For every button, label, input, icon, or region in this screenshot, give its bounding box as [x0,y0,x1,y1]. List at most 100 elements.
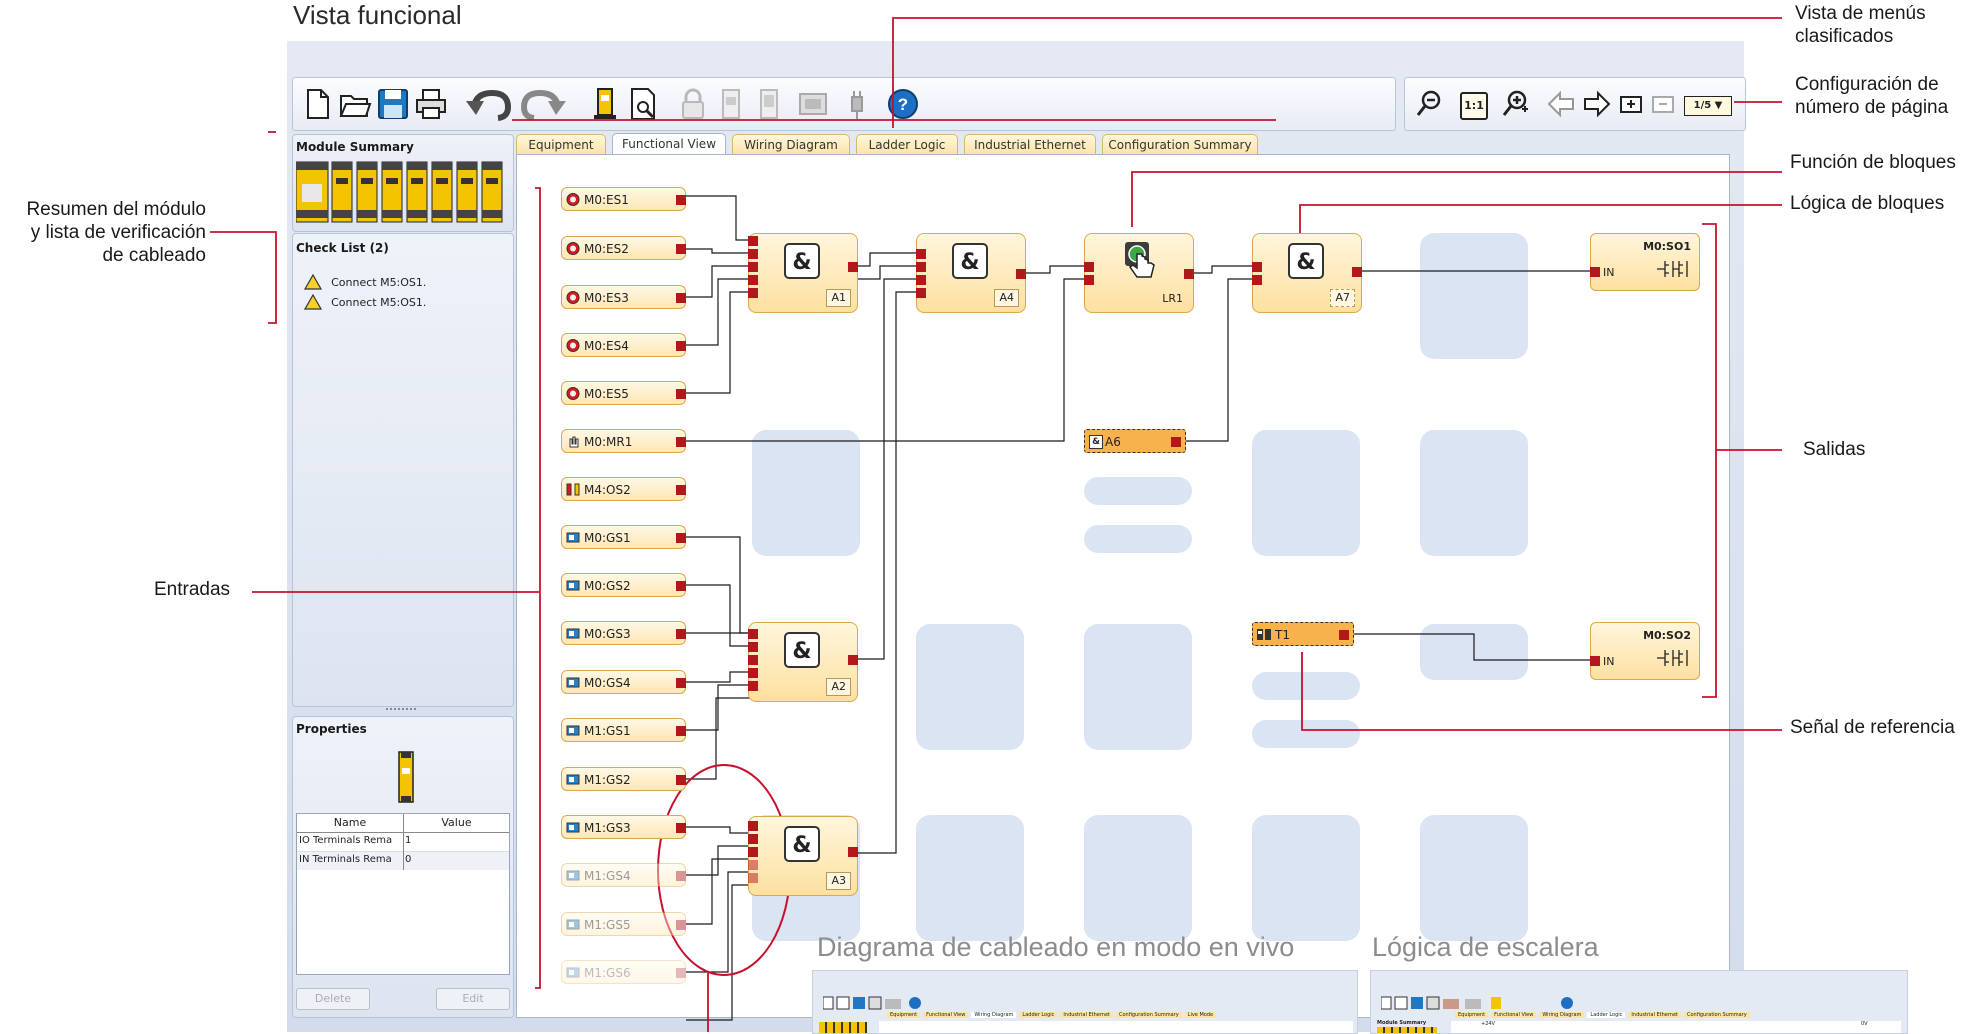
input-port[interactable] [748,236,758,246]
output-block[interactable]: M0:SO2 IN [1590,622,1700,680]
output-port[interactable] [1016,269,1026,279]
input-block[interactable]: M0:MR1 [561,429,686,453]
input-port[interactable] [748,668,758,678]
input-block[interactable]: M1:GS4 [561,863,686,887]
input-block[interactable]: M1:GS6 [561,960,686,984]
input-port[interactable] [748,834,758,844]
ladder-logic-heading: Lógica de escalera [1372,932,1599,962]
and-block-a4[interactable]: & A4 [916,233,1026,313]
input-block[interactable]: M0:ES1 [561,187,686,211]
input-port[interactable] [748,262,758,272]
output-port[interactable] [676,485,686,495]
input-port[interactable] [748,655,758,665]
output-port[interactable] [676,437,686,447]
input-port[interactable] [748,642,758,652]
output-port[interactable] [676,823,686,833]
and-block-a1[interactable]: & A1 [748,233,858,313]
input-port[interactable] [1590,656,1600,666]
input-block[interactable]: M4:OS2 [561,477,686,501]
input-block[interactable]: M0:GS2 [561,573,686,597]
output-port[interactable] [676,293,686,303]
timer-icon [1257,629,1271,640]
input-port[interactable] [748,821,758,831]
input-block[interactable]: M0:ES5 [561,381,686,405]
input-port[interactable] [916,288,926,298]
and-block-a2[interactable]: & A2 [748,622,858,702]
input-port[interactable] [916,249,926,259]
output-port[interactable] [676,195,686,205]
output-port[interactable] [848,847,858,857]
block-label: LR1 [1162,292,1183,305]
output-port[interactable] [848,655,858,665]
gate-switch-icon [566,870,580,881]
input-port[interactable] [916,262,926,272]
input-port[interactable] [748,873,758,883]
input-block[interactable]: M1:GS3 [561,815,686,839]
input-port[interactable] [1590,267,1600,277]
input-port[interactable] [1252,275,1262,285]
output-block[interactable]: M0:SO1 IN [1590,233,1700,291]
and-block-a3[interactable]: & A3 [748,816,858,896]
output-port[interactable] [676,775,686,785]
input-block[interactable]: M0:ES4 [561,333,686,357]
reference-block-a6[interactable]: & A6 [1084,429,1186,453]
gate-switch-icon [566,822,580,833]
output-port[interactable] [676,871,686,881]
input-port[interactable] [916,275,926,285]
hand-press-icon [1125,242,1155,278]
latch-reset-block-lr1[interactable]: LR1 [1084,233,1194,313]
annotation-outputs: Salidas [1803,439,1866,460]
input-port[interactable] [748,629,758,639]
and-symbol: & [784,826,820,862]
output-port[interactable] [676,678,686,688]
input-block[interactable]: M0:ES3 [561,285,686,309]
output-port[interactable] [1339,630,1349,640]
gate-switch-icon [566,580,580,591]
input-block[interactable]: M1:GS5 [561,912,686,936]
input-block[interactable]: M0:GS4 [561,670,686,694]
mini-rail-right: 0V [1861,1021,1868,1027]
input-port[interactable] [748,249,758,259]
output-port[interactable] [676,533,686,543]
input-port[interactable] [1252,262,1262,272]
output-port[interactable] [1352,267,1362,277]
annotation-module-summary-checklist: Resumen del módulo y lista de verificaci… [26,199,206,266]
mini-tabs: Equipment Functional View Wiring Diagram… [887,1012,1217,1018]
and-symbol: & [1288,243,1324,279]
mini-toolbar-icons [823,996,921,1010]
annotation-block-function: Función de bloques [1790,152,1956,173]
output-port[interactable] [676,581,686,591]
relay-contact-icon [1657,261,1688,277]
ladder-logic-thumbnail: Equipment Functional View Wiring Diagram… [1370,970,1908,1034]
output-port[interactable] [676,629,686,639]
estop-icon [566,291,580,304]
mini-canvas [879,1021,1353,1033]
block-label: A4 [994,289,1019,307]
output-port[interactable] [676,726,686,736]
input-port[interactable] [748,681,758,691]
input-port[interactable] [748,860,758,870]
output-port[interactable] [848,262,858,272]
gate-switch-icon [566,677,580,688]
reference-block-t1[interactable]: T1 [1252,622,1354,646]
output-port[interactable] [676,341,686,351]
input-port[interactable] [1084,262,1094,272]
output-port[interactable] [676,244,686,254]
input-port[interactable] [748,288,758,298]
gate-switch-icon [566,532,580,543]
output-port[interactable] [676,920,686,930]
input-port[interactable] [748,847,758,857]
input-port[interactable] [748,275,758,285]
input-block[interactable]: M0:ES2 [561,236,686,260]
input-block[interactable]: M1:GS2 [561,767,686,791]
input-block[interactable]: M0:GS1 [561,525,686,549]
input-block[interactable]: M0:GS3 [561,621,686,645]
annotation-inputs: Entradas [154,579,231,600]
output-port[interactable] [1171,437,1181,447]
and-block-a7[interactable]: & A7 [1252,233,1362,313]
output-port[interactable] [1184,269,1194,279]
output-port[interactable] [676,968,686,978]
output-port[interactable] [676,389,686,399]
input-block[interactable]: M1:GS1 [561,718,686,742]
input-port[interactable] [1084,275,1094,285]
